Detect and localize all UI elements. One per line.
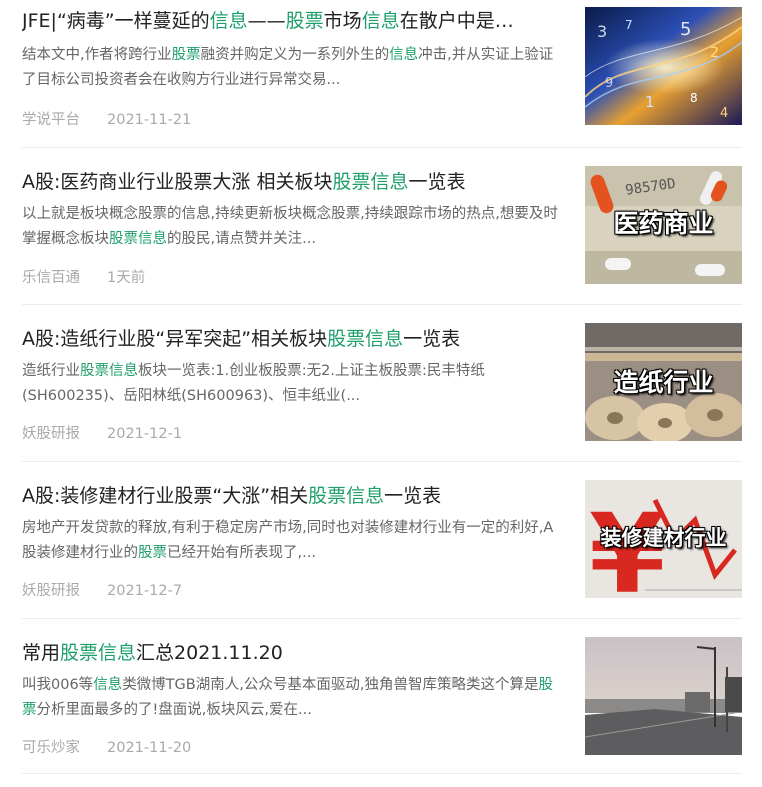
title-highlight: 股票信息 xyxy=(308,485,385,507)
svg-text:8: 8 xyxy=(690,91,698,105)
article-source[interactable]: 妖股研报 xyxy=(22,422,107,443)
svg-text:1: 1 xyxy=(645,93,655,111)
article-source[interactable]: 可乐炒家 xyxy=(22,736,107,757)
article-summary: 结本文中,作者将跨行业股票融资并购定义为一系列外生的信息冲击,并从实证上验证了目… xyxy=(22,43,562,93)
summary-text: 结本文中,作者将跨行业 xyxy=(22,47,172,63)
title-text: A股:造纸行业股“异军突起”相关板块 xyxy=(22,328,328,350)
summary-text: 造纸行业 xyxy=(22,363,80,379)
list-item[interactable]: JFE|“病毒”一样蔓延的信息——股票市场信息在散户中是… 结本文中,作者将跨行… xyxy=(22,0,742,148)
title-highlight: 信息 xyxy=(361,10,400,32)
title-text: 一览表 xyxy=(384,485,442,507)
title-highlight: 股票信息 xyxy=(332,171,409,193)
list-item[interactable]: A股:装修建材行业股票“大涨”相关股票信息一览表 房地产开发贷款的释放,有利于稳… xyxy=(22,462,742,619)
title-highlight: 股票信息 xyxy=(60,642,137,664)
article-meta: 妖股研报 2021-12-1 xyxy=(22,422,182,443)
title-text: A股:装修建材行业股票“大涨”相关 xyxy=(22,485,309,507)
article-summary: 以上就是板块概念股票的信息,持续更新板块概念股票,持续跟踪市场的热点,想要及时掌… xyxy=(22,202,562,252)
title-highlight: 股票信息 xyxy=(327,328,404,350)
thumb-label: 医药商业 xyxy=(613,209,714,238)
article-title[interactable]: A股:装修建材行业股票“大涨”相关股票信息一览表 xyxy=(22,483,567,509)
summary-highlight: 股票 xyxy=(171,47,201,63)
article-meta: 乐信百通 1天前 xyxy=(22,266,145,287)
paper-rolls-image[interactable]: 造纸行业 xyxy=(585,323,742,441)
article-summary: 房地产开发贷款的释放,有利于稳定房产市场,同时也对装修建材行业有一定的利好,A股… xyxy=(22,516,562,566)
list-item[interactable]: A股:造纸行业股“异军突起”相关板块股票信息一览表 造纸行业股票信息板块一览表:… xyxy=(22,305,742,462)
title-text: A股:医药商业行业股票大涨 相关板块 xyxy=(22,171,333,193)
summary-text: 的股民,请点赞并关注... xyxy=(167,231,316,247)
article-summary: 叫我006等信息类微博TGB湖南人,公众号基本面驱动,独角兽智库策略类这个算是股… xyxy=(22,673,562,723)
title-text: 常用 xyxy=(22,642,61,664)
summary-text: 类微博TGB湖南人,公众号基本面驱动,独角兽智库策略类这个算是 xyxy=(122,677,539,693)
svg-text:9: 9 xyxy=(605,76,613,91)
thumb-label: 造纸行业 xyxy=(613,368,714,397)
article-title[interactable]: JFE|“病毒”一样蔓延的信息——股票市场信息在散户中是… xyxy=(22,8,567,34)
summary-highlight: 信息 xyxy=(93,677,123,693)
title-text: 在散户中是… xyxy=(399,10,514,32)
article-title[interactable]: A股:造纸行业股“异军突起”相关板块股票信息一览表 xyxy=(22,326,567,352)
summary-highlight: 股票信息 xyxy=(109,231,167,247)
title-text: 汇总2021.11.20 xyxy=(136,642,283,664)
article-meta: 学说平台 2021-11-21 xyxy=(22,108,191,129)
road-image[interactable] xyxy=(585,637,742,755)
article-date: 2021-11-20 xyxy=(107,740,192,756)
title-text: 市场 xyxy=(323,10,362,32)
title-highlight: 信息 xyxy=(209,10,248,32)
thumb-label: 装修建材行业 xyxy=(600,526,727,550)
summary-text: 叫我006等 xyxy=(22,677,94,693)
article-summary: 造纸行业股票信息板块一览表:1.创业板股票:无2.上证主板股票:民丰特纸(SH6… xyxy=(22,359,562,409)
svg-text:3: 3 xyxy=(597,22,607,41)
article-date: 1天前 xyxy=(107,270,146,286)
digital-numbers-image[interactable]: 3 7 5 2 9 1 8 4 xyxy=(585,7,742,125)
article-date: 2021-11-21 xyxy=(107,112,192,128)
svg-text:5: 5 xyxy=(680,19,691,40)
article-meta: 可乐炒家 2021-11-20 xyxy=(22,736,191,757)
svg-text:4: 4 xyxy=(720,106,728,121)
article-source[interactable]: 妖股研报 xyxy=(22,579,107,600)
summary-text: 已经开始有所表现了,... xyxy=(167,545,316,561)
article-date: 2021-12-7 xyxy=(107,583,183,599)
title-text: 一览表 xyxy=(403,328,461,350)
summary-highlight: 信息 xyxy=(389,47,419,63)
article-source[interactable]: 学说平台 xyxy=(22,108,107,129)
yuan-chart-image[interactable]: ¥ 装修建材行业 xyxy=(585,480,742,598)
title-text: 一览表 xyxy=(408,171,466,193)
article-date: 2021-12-1 xyxy=(107,426,183,442)
list-item[interactable]: 常用股票信息汇总2021.11.20 叫我006等信息类微博TGB湖南人,公众号… xyxy=(22,619,742,774)
summary-highlight: 股票信息 xyxy=(80,363,138,379)
article-source[interactable]: 乐信百通 xyxy=(22,266,107,287)
summary-highlight: 股票 xyxy=(138,545,167,561)
summary-text: 融资并购定义为一系列外生的 xyxy=(200,47,390,63)
svg-text:2: 2 xyxy=(710,45,719,61)
title-highlight: 股票 xyxy=(285,10,324,32)
article-list: JFE|“病毒”一样蔓延的信息——股票市场信息在散户中是… 结本文中,作者将跨行… xyxy=(22,0,742,774)
article-title[interactable]: 常用股票信息汇总2021.11.20 xyxy=(22,640,567,666)
list-item[interactable]: A股:医药商业行业股票大涨 相关板块股票信息一览表 以上就是板块概念股票的信息,… xyxy=(22,148,742,305)
article-meta: 妖股研报 2021-12-7 xyxy=(22,579,182,600)
summary-text: 分析里面最多的了!盘面说,板块风云,爱在... xyxy=(36,702,312,718)
title-text: —— xyxy=(247,10,286,32)
article-title[interactable]: A股:医药商业行业股票大涨 相关板块股票信息一览表 xyxy=(22,169,567,195)
svg-text:7: 7 xyxy=(625,18,633,32)
medicine-money-image[interactable]: 98570D 医药商业 xyxy=(585,166,742,284)
title-text: JFE|“病毒”一样蔓延的 xyxy=(22,10,210,32)
